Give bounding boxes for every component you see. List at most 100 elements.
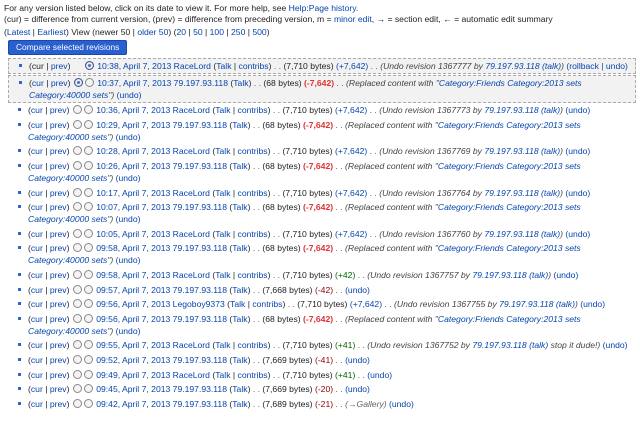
revision-date-link[interactable]: 10:26, April 7, 2013 <box>96 161 170 171</box>
prev-diff-link[interactable]: prev <box>50 146 67 156</box>
user-talk-link[interactable]: Talk <box>216 61 231 71</box>
summary-link[interactable]: 79.197.93.118 <box>499 299 553 309</box>
undo-link[interactable]: (undo) <box>565 105 590 115</box>
revision-date-link[interactable]: 09:58, April 7, 2013 <box>96 243 170 253</box>
user-talk-link[interactable]: Talk <box>232 384 247 394</box>
diff-from-radio[interactable] <box>72 243 82 253</box>
diff-from-radio[interactable] <box>72 202 82 212</box>
diff-to-radio[interactable] <box>83 398 93 408</box>
summary-talk-link[interactable]: (talk) <box>541 229 560 239</box>
user-talk-link[interactable]: Talk <box>232 120 247 130</box>
revision-date-link[interactable]: 09:57, April 7, 2013 <box>96 285 170 295</box>
diff-to-radio[interactable] <box>83 284 93 294</box>
user-talk-link[interactable]: Talk <box>215 188 230 198</box>
prev-diff-link[interactable]: prev <box>50 285 67 295</box>
user-contribs-link[interactable]: contribs <box>238 105 268 115</box>
diff-from-radio[interactable] <box>72 354 82 364</box>
revision-date-link[interactable]: 10:29, April 7, 2013 <box>96 120 170 130</box>
user-contribs-link[interactable]: contribs <box>238 370 268 380</box>
cur-diff-link[interactable]: cur <box>31 384 43 394</box>
nav-limit-20[interactable]: 20 <box>177 27 187 37</box>
user-contribs-link[interactable]: contribs <box>238 340 268 350</box>
summary-link[interactable]: 79.197.93.118 <box>472 270 526 280</box>
cur-diff-link[interactable]: cur <box>31 355 43 365</box>
user-link[interactable]: 79.197.93.118 <box>173 120 227 130</box>
undo-link[interactable]: (undo) <box>565 229 590 239</box>
revision-date-link[interactable]: 10:36, April 7, 2013 <box>96 105 170 115</box>
undo-link[interactable]: (undo) <box>389 399 414 409</box>
user-link[interactable]: RaceLord <box>173 340 210 350</box>
prev-diff-link[interactable]: prev <box>50 355 67 365</box>
prev-diff-link[interactable]: prev <box>50 340 67 350</box>
prev-diff-link[interactable]: prev <box>51 61 68 71</box>
undo-link[interactable]: (rollback | undo) <box>566 61 627 71</box>
diff-from-radio[interactable] <box>72 187 82 197</box>
undo-link[interactable]: (undo) <box>367 370 392 380</box>
summary-talk-link[interactable]: (talk) <box>541 188 560 198</box>
diff-to-radio[interactable] <box>83 228 93 238</box>
undo-link[interactable]: (undo) <box>565 188 590 198</box>
diff-to-radio[interactable] <box>83 369 93 379</box>
undo-link[interactable]: (undo) <box>565 146 590 156</box>
diff-from-radio[interactable] <box>72 313 82 323</box>
diff-to-radio[interactable] <box>83 119 93 129</box>
summary-talk-link[interactable]: (talk) <box>529 340 548 350</box>
cur-diff-link[interactable]: cur <box>32 78 44 88</box>
user-talk-link[interactable]: Talk <box>215 370 230 380</box>
cur-diff-link[interactable]: cur <box>31 370 43 380</box>
diff-from-radio[interactable] <box>72 384 82 394</box>
cur-diff-link[interactable]: cur <box>31 105 43 115</box>
user-link[interactable]: 79.197.93.118 <box>173 161 227 171</box>
user-talk-link[interactable]: Talk <box>232 399 247 409</box>
summary-talk-link[interactable]: (talk) <box>542 61 561 71</box>
revision-date-link[interactable]: 10:17, April 7, 2013 <box>96 188 170 198</box>
diff-from-radio[interactable] <box>72 284 82 294</box>
prev-diff-link[interactable]: prev <box>50 105 67 115</box>
user-talk-link[interactable]: Talk <box>232 243 247 253</box>
undo-link[interactable]: (undo) <box>116 214 141 224</box>
nav-older-link[interactable]: older 50 <box>137 27 168 37</box>
summary-link[interactable]: 79.197.93.118 <box>484 105 538 115</box>
cur-diff-link[interactable]: cur <box>31 243 43 253</box>
summary-talk-link[interactable]: (talk) <box>529 270 548 280</box>
diff-to-radio[interactable] <box>83 269 93 279</box>
user-talk-link[interactable]: Talk <box>232 202 247 212</box>
undo-link[interactable]: (undo) <box>345 355 370 365</box>
diff-to-radio[interactable] <box>83 202 93 212</box>
user-link[interactable]: 79.197.93.118 <box>174 78 228 88</box>
nav-limit-50[interactable]: 50 <box>193 27 203 37</box>
diff-to-radio[interactable] <box>83 354 93 364</box>
prev-diff-link[interactable]: prev <box>50 384 67 394</box>
undo-link[interactable]: (undo) <box>345 384 370 394</box>
prev-diff-link[interactable]: prev <box>50 299 67 309</box>
user-talk-link[interactable]: Talk <box>215 270 230 280</box>
help-page-history-link[interactable]: Help:Page history <box>289 3 356 13</box>
revision-date-link[interactable]: 09:56, April 7, 2013 <box>96 299 170 309</box>
cur-diff-link[interactable]: cur <box>31 299 43 309</box>
prev-diff-link[interactable]: prev <box>50 188 67 198</box>
cur-diff-link[interactable]: cur <box>31 270 43 280</box>
prev-diff-link[interactable]: prev <box>51 78 68 88</box>
summary-talk-link[interactable]: (talk) <box>541 146 560 156</box>
user-talk-link[interactable]: Talk <box>230 299 245 309</box>
user-link[interactable]: RaceLord <box>173 370 210 380</box>
revision-date-link[interactable]: 09:45, April 7, 2013 <box>96 384 170 394</box>
nav-latest-link[interactable]: Latest <box>7 27 30 37</box>
cur-diff-link[interactable]: cur <box>31 120 43 130</box>
revision-date-link[interactable]: 10:28, April 7, 2013 <box>96 146 170 156</box>
user-talk-link[interactable]: Talk <box>232 161 247 171</box>
user-link[interactable]: RaceLord <box>173 146 210 156</box>
summary-link[interactable]: 79.197.93.118 <box>485 61 539 71</box>
user-link[interactable]: 79.197.93.118 <box>173 202 227 212</box>
user-contribs-link[interactable]: contribs <box>238 229 268 239</box>
cur-diff-link[interactable]: cur <box>31 340 43 350</box>
diff-from-radio[interactable] <box>72 228 82 238</box>
diff-from-radio[interactable] <box>72 146 82 156</box>
diff-from-radio[interactable] <box>72 369 82 379</box>
cur-diff-link[interactable]: cur <box>31 161 43 171</box>
user-talk-link[interactable]: Talk <box>215 340 230 350</box>
user-talk-link[interactable]: Talk <box>215 105 230 115</box>
user-contribs-link[interactable]: contribs <box>252 299 282 309</box>
revision-date-link[interactable]: 10:37, April 7, 2013 <box>97 78 171 88</box>
diff-to-radio[interactable] <box>83 146 93 156</box>
